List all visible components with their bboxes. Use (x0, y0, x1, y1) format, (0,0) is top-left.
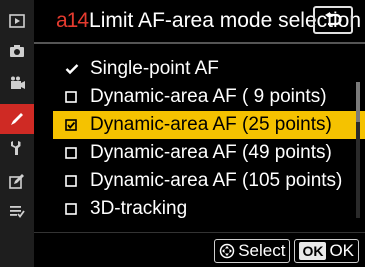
menu-sidebar (0, 0, 34, 267)
option-dynamic-area-af-9[interactable]: Dynamic-area AF ( 9 points) (53, 83, 365, 111)
my-menu-icon (10, 206, 25, 218)
header-divider (34, 42, 365, 44)
checkbox-unchecked-icon (65, 175, 77, 187)
option-dynamic-area-af-105[interactable]: Dynamic-area AF (105 points) (53, 167, 365, 195)
playback-icon (9, 14, 25, 28)
option-label: 3D-tracking (90, 198, 188, 219)
my-menu-tab[interactable] (0, 196, 34, 226)
movie-shooting-tab[interactable] (0, 68, 34, 98)
checkbox-unchecked-icon (65, 203, 77, 215)
select-hint: Select (214, 239, 291, 263)
option-dynamic-area-af-25[interactable]: Dynamic-area AF (25 points) (53, 111, 365, 139)
movie-shooting-icon (11, 76, 25, 89)
option-marker (53, 147, 85, 159)
option-marker (53, 119, 85, 131)
option-marker (53, 175, 85, 187)
option-marker (53, 63, 85, 75)
check-mark-icon (65, 64, 79, 75)
list-scrollbar[interactable] (356, 82, 360, 218)
option-label: Dynamic-area AF ( 9 points) (90, 86, 327, 107)
setting-code: a14 (56, 9, 89, 32)
ok-button-icon: OK (299, 242, 327, 260)
scrollbar-thumb[interactable] (356, 82, 360, 122)
photo-shooting-tab[interactable] (0, 36, 34, 66)
setup-tab[interactable] (0, 133, 34, 163)
option-marker (53, 203, 85, 215)
ok-hint-label: OK (329, 241, 354, 260)
button-hints: Select OK OK (214, 239, 359, 263)
retouch-icon (9, 174, 24, 189)
retouch-tab[interactable] (0, 166, 34, 196)
playback-tab[interactable] (0, 6, 34, 36)
option-single-point-af[interactable]: Single-point AF (53, 55, 365, 83)
option-dynamic-area-af-49[interactable]: Dynamic-area AF (49 points) (53, 139, 365, 167)
photo-shooting-icon (10, 45, 24, 57)
footer-divider (34, 232, 365, 233)
custom-settings-pencil-icon (11, 113, 23, 125)
option-3d-tracking[interactable]: 3D-tracking (53, 195, 365, 223)
back-button[interactable] (313, 6, 353, 34)
setup-wrench-icon (11, 141, 21, 155)
multi-selector-icon (219, 243, 235, 259)
custom-settings-tab[interactable] (0, 104, 34, 134)
ok-hint: OK OK (294, 239, 359, 263)
option-marker (53, 91, 85, 103)
back-arrow-icon (325, 12, 342, 26)
option-label: Dynamic-area AF (105 points) (90, 170, 343, 191)
checkbox-unchecked-icon (65, 91, 77, 103)
option-label: Single-point AF (90, 58, 219, 79)
option-label: Dynamic-area AF (49 points) (90, 142, 332, 163)
option-label: Dynamic-area AF (25 points) (90, 114, 332, 135)
menu-header: a14 Limit AF-area mode selection (34, 0, 365, 42)
checkbox-checked-icon (65, 119, 77, 131)
checkbox-unchecked-icon (65, 147, 77, 159)
select-hint-label: Select (238, 241, 286, 260)
